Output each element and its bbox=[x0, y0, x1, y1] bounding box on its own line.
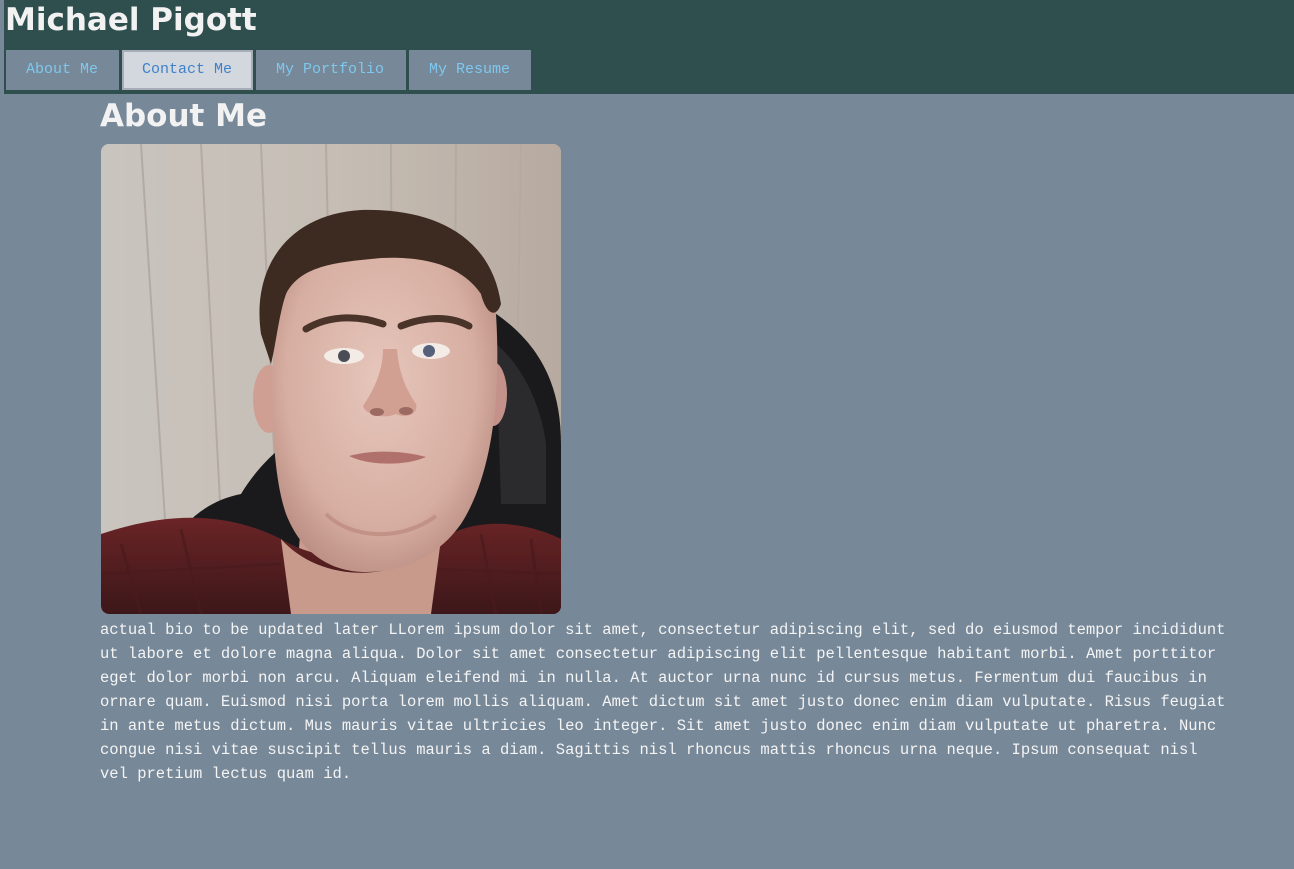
site-title: Michael Pigott bbox=[5, 2, 257, 38]
page-heading: About Me bbox=[100, 98, 268, 134]
bio-text: actual bio to be updated later LLorem ip… bbox=[100, 621, 1226, 783]
tab-contact-me[interactable]: Contact Me bbox=[122, 50, 253, 90]
tab-about-me[interactable]: About Me bbox=[6, 50, 119, 90]
nav-bar: About Me Contact Me My Portfolio My Resu… bbox=[6, 50, 534, 90]
tab-my-portfolio[interactable]: My Portfolio bbox=[256, 50, 406, 90]
site-header: Michael Pigott About Me Contact Me My Po… bbox=[4, 0, 1294, 94]
tab-my-resume[interactable]: My Resume bbox=[409, 50, 531, 90]
profile-photo bbox=[101, 144, 561, 614]
